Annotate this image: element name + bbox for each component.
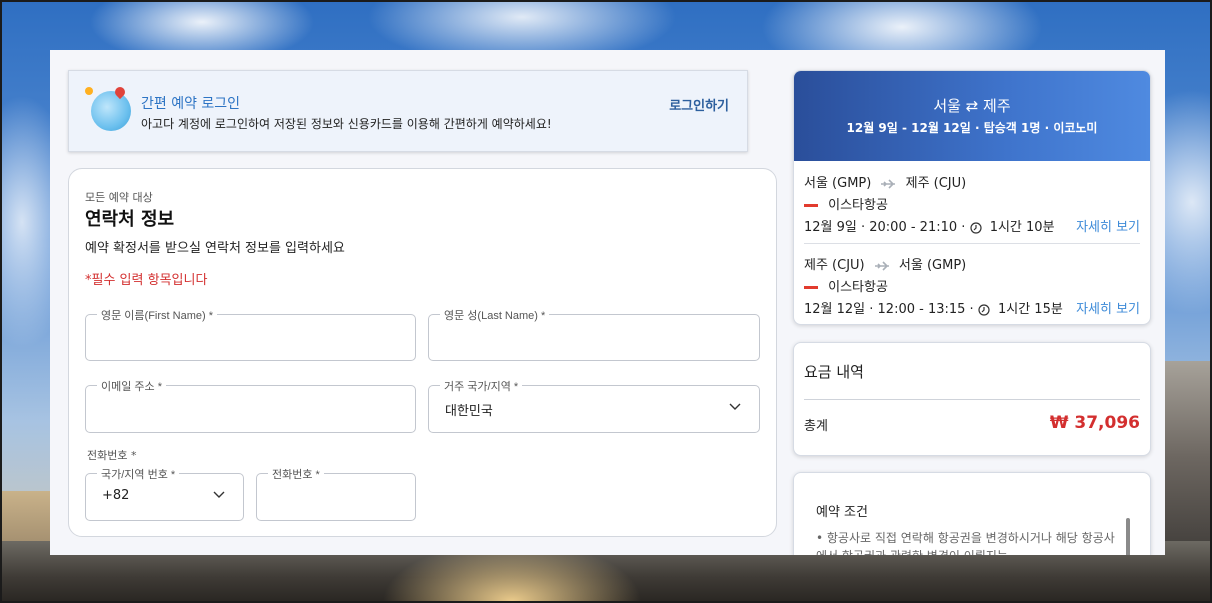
total-label: 총계 xyxy=(804,419,828,434)
clock-icon xyxy=(969,221,982,234)
booking-panel: 간편 예약 로그인 아고다 계정에 로그인하여 저장된 정보와 신용카드를 이용… xyxy=(50,50,1165,555)
view-details-link[interactable]: 자세히 보기 xyxy=(1076,298,1140,317)
login-link[interactable]: 로그인하기 xyxy=(669,95,729,114)
leg-time: 12월 12일 · 12:00 - 13:15 · 1시간 15분 xyxy=(804,298,1063,317)
quick-login-title: 간편 예약 로그인 xyxy=(141,96,241,112)
country-code-label: 국가/지역 번호 * xyxy=(97,466,180,482)
last-name-field[interactable]: 영문 성(Last Name) * xyxy=(428,307,760,361)
airline-name: 이스타항공 xyxy=(828,280,888,295)
plane-icon xyxy=(874,260,889,271)
terms-scrollbar[interactable] xyxy=(1126,518,1130,555)
terms-title: 예약 조건 xyxy=(816,505,868,520)
country-code-value: +82 xyxy=(102,488,130,503)
clock-icon xyxy=(978,303,990,316)
leg-origin: 서울 (GMP) xyxy=(804,176,872,191)
required-note: *필수 입력 항목입니다 xyxy=(85,273,208,288)
chevron-down-icon xyxy=(213,491,225,498)
leg-route: 제주 (CJU) 서울 (GMP) xyxy=(804,254,966,273)
email-input[interactable] xyxy=(98,386,403,432)
route-title: 서울 ⇄ 제주 xyxy=(933,97,1011,115)
phone-group-label: 전화번호 * xyxy=(87,449,137,462)
terms-text: • 항공사로 직접 연락해 항공권을 변경하시거나 해당 항공사에서 항공권과 … xyxy=(816,531,1115,555)
country-label: 거주 국가/지역 * xyxy=(440,378,523,394)
contact-subtitle: 예약 확정서를 받으실 연락처 정보를 입력하세요 xyxy=(85,241,345,256)
fare-summary-card: 요금 내역 총계 ₩ 37,096 xyxy=(793,342,1151,456)
first-name-input[interactable] xyxy=(98,315,403,360)
fare-title: 요금 내역 xyxy=(804,363,864,381)
leg-destination: 제주 (CJU) xyxy=(905,176,967,191)
airline-logo-icon xyxy=(804,203,818,207)
leg-duration: 1시간 15분 xyxy=(997,302,1063,317)
leg-time: 12월 9일 · 20:00 - 21:10 · 1시간 10분 xyxy=(804,216,1055,235)
country-code-select[interactable]: 국가/지역 번호 * +82 xyxy=(85,466,244,521)
country-value: 대한민국 xyxy=(445,404,493,419)
quick-login-description: 아고다 계정에 로그인하여 저장된 정보와 신용카드를 이용해 간편하게 예약하… xyxy=(141,117,552,131)
leg-schedule: 12월 9일 · 20:00 - 21:10 · xyxy=(804,220,966,235)
airline-logo-icon xyxy=(804,285,818,289)
contact-info-card: 모든 예약 대상 연락처 정보 예약 확정서를 받으실 연락처 정보를 입력하세… xyxy=(68,168,777,537)
leg-destination: 서울 (GMP) xyxy=(898,258,967,273)
country-select[interactable]: 거주 국가/지역 * 대한민국 xyxy=(428,378,760,433)
airline: 이스타항공 xyxy=(804,276,888,295)
flight-summary-header: 서울 ⇄ 제주 12월 9일 - 12월 12일 · 탑승객 1명 · 이코노미 xyxy=(794,71,1150,161)
chevron-down-icon xyxy=(729,403,741,410)
fare-divider xyxy=(804,399,1140,400)
globe-icon xyxy=(91,91,131,131)
leg-route: 서울 (GMP) 제주 (CJU) xyxy=(804,172,966,191)
phone-field[interactable]: 전화번호 * xyxy=(256,466,416,521)
first-name-field[interactable]: 영문 이름(First Name) * xyxy=(85,307,416,361)
flight-summary-card: 서울 ⇄ 제주 12월 9일 - 12월 12일 · 탑승객 1명 · 이코노미… xyxy=(793,70,1151,325)
last-name-input[interactable] xyxy=(441,315,747,360)
leg-duration: 1시간 10분 xyxy=(989,220,1055,235)
contact-title: 연락처 정보 xyxy=(85,209,175,230)
section-eyebrow: 모든 예약 대상 xyxy=(85,191,153,204)
leg-divider xyxy=(804,243,1140,244)
total-price: ₩ 37,096 xyxy=(1049,413,1140,433)
airline-name: 이스타항공 xyxy=(828,198,888,213)
leg-origin: 제주 (CJU) xyxy=(804,258,865,273)
email-field[interactable]: 이메일 주소 * xyxy=(85,378,416,433)
quick-login-banner: 간편 예약 로그인 아고다 계정에 로그인하여 저장된 정보와 신용카드를 이용… xyxy=(68,70,748,152)
leg-schedule: 12월 12일 · 12:00 - 13:15 · xyxy=(804,302,974,317)
airline: 이스타항공 xyxy=(804,194,888,213)
booking-terms-card: 예약 조건 • 항공사로 직접 연락해 항공권을 변경하시거나 해당 항공사에서… xyxy=(793,472,1151,555)
trip-info: 12월 9일 - 12월 12일 · 탑승객 1명 · 이코노미 xyxy=(846,121,1098,135)
view-details-link[interactable]: 자세히 보기 xyxy=(1076,216,1140,235)
dot-icon xyxy=(85,87,93,95)
plane-icon xyxy=(881,178,896,189)
phone-input[interactable] xyxy=(269,474,403,520)
